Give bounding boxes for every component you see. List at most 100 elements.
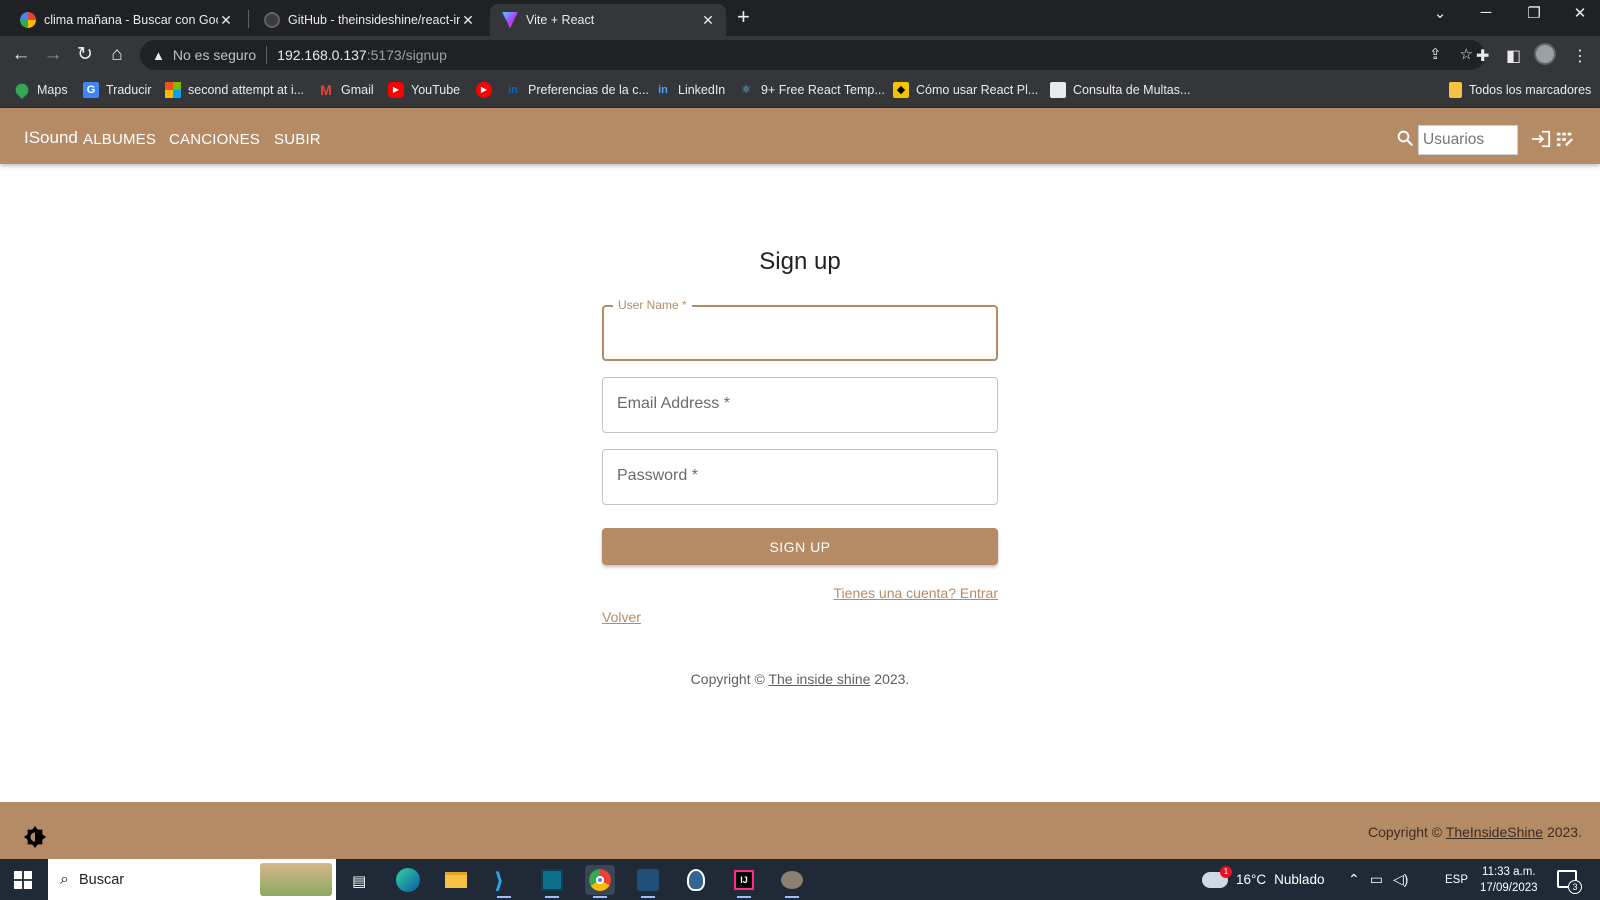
translate-icon: G [83,82,99,98]
windows-taskbar: ⌕ Buscar ▤ ⟩ IJ 1 16°C Nublado ⌃ ▭ ◁) ES… [0,859,1600,900]
bookmark-youtube-music[interactable]: ▶ [476,82,499,98]
notifications-icon[interactable]: 3 [1557,870,1582,894]
bookmark-preferencias[interactable]: in Preferencias de la c... [505,82,649,98]
theme-toggle-icon[interactable] [24,826,46,848]
google-icon [20,12,36,28]
bookmark-gmail[interactable]: M Gmail [318,82,374,98]
gimp-icon[interactable] [777,865,807,898]
close-icon[interactable]: ✕ [460,12,476,29]
bookmark-linkedin[interactable]: in LinkedIn [655,82,725,98]
restore-icon[interactable]: ❐ [1514,4,1554,22]
user-search-input[interactable] [1418,125,1518,155]
menu-icon[interactable]: ⋮ [1572,46,1588,66]
signin-link[interactable]: Tienes una cuenta? Entrar [834,585,998,601]
taskbar-search[interactable]: ⌕ Buscar [48,859,336,900]
new-tab-button[interactable]: + [737,6,750,28]
linkedin-icon: in [658,84,668,96]
weather-temp: 16°C [1236,872,1267,887]
bookmark-react-plugins[interactable]: ◆ Cómo usar React Pl... [893,82,1038,98]
window-close-icon[interactable]: ✕ [1560,4,1600,22]
youtube-music-icon: ▶ [476,82,492,98]
nav-subir[interactable]: SUBIR [274,131,321,148]
weather-text: Nublado [1274,872,1325,887]
windows-start-icon[interactable] [14,871,32,889]
bookmark-label: YouTube [411,83,461,97]
terminal-app-icon[interactable] [537,865,567,898]
tab-search-icon[interactable]: ⌄ [1420,4,1460,22]
notifications-count: 3 [1568,880,1582,894]
username-input[interactable] [604,307,996,359]
microsoft-icon [165,82,181,98]
react-icon: ⚛ [741,84,751,96]
bookmark-label: Preferencias de la c... [528,83,649,97]
warning-icon[interactable]: ▲ [152,48,165,63]
login-icon[interactable] [1530,129,1552,149]
username-field[interactable]: User Name * [602,298,998,361]
share-icon[interactable]: ⇪ [1429,45,1442,63]
copyright-link[interactable]: The inside shine [768,671,870,687]
browser-tab-strip: clima mañana - Buscar con Goog ✕ GitHub … [0,0,1600,36]
tab-separator [248,10,249,28]
clock[interactable]: 11:33 a.m. 17/09/2023 [1480,864,1538,896]
password-label: Password * [617,467,698,484]
volume-icon[interactable]: ◁) [1393,871,1408,888]
close-icon[interactable]: ✕ [700,12,716,29]
search-icon: ⌕ [60,870,69,888]
back-icon[interactable]: ← [8,42,34,68]
mysql-workbench-icon[interactable] [633,865,663,898]
task-view-icon[interactable]: ▤ [345,865,375,895]
security-label[interactable]: No es seguro [173,47,256,63]
tray-chevron-icon[interactable]: ⌃ [1348,871,1360,888]
language-indicator[interactable]: ESP [1445,859,1468,900]
back-link[interactable]: Volver [602,609,641,625]
extensions-icon[interactable]: ✚ [1476,46,1489,66]
file-explorer-icon[interactable] [441,865,471,895]
cloud-icon: 1 [1202,865,1232,888]
bookmark-maps[interactable]: Maps [12,80,68,100]
document-icon [1050,82,1066,98]
url-host[interactable]: 192.168.0.137 [277,47,367,63]
postgresql-icon[interactable] [681,865,711,895]
chrome-icon[interactable] [585,865,615,898]
brand-logo[interactable]: ISound [24,128,78,148]
all-bookmarks-folder[interactable]: Todos los marcadores [1449,82,1591,98]
system-tray: ⌃ ▭ ◁) [1348,859,1408,900]
search-icon[interactable] [1396,129,1414,147]
bookmark-label: Traducir [106,83,152,97]
weather-widget[interactable]: 1 16°C Nublado [1202,859,1324,900]
bookmark-traducir[interactable]: G Traducir [83,82,151,98]
browser-tab-github[interactable]: GitHub - theinsideshine/react-ins ✕ [252,4,486,36]
bookmark-label: Maps [37,83,68,97]
reload-icon[interactable]: ↻ [72,42,98,68]
bookmark-label: LinkedIn [678,83,726,97]
nav-canciones[interactable]: CANCIONES [169,131,260,148]
nav-albumes[interactable]: ALBUMES [83,131,156,148]
forward-icon[interactable]: → [40,42,66,68]
bookmark-react-templates[interactable]: ⚛ 9+ Free React Temp... [738,82,885,98]
close-icon[interactable]: ✕ [218,12,234,29]
browser-tab-vite[interactable]: Vite + React ✕ [490,4,726,36]
url-path[interactable]: :5173/signup [367,47,447,63]
bookmark-youtube[interactable]: ▶ YouTube [388,82,460,98]
email-field[interactable]: Email Address * [602,377,998,433]
profile-avatar[interactable] [1534,43,1556,65]
bookmark-consulta-multas[interactable]: Consulta de Multas... [1050,82,1190,98]
minimize-icon[interactable]: ─ [1466,4,1506,21]
network-icon[interactable]: ▭ [1370,871,1383,888]
home-icon[interactable]: ⌂ [104,42,130,68]
address-bar[interactable]: ▲ No es seguro 192.168.0.137:5173/signup… [140,40,1485,70]
browser-tab-google[interactable]: clima mañana - Buscar con Goog ✕ [8,4,244,36]
vscode-icon[interactable]: ⟩ [489,865,519,898]
footer-copyright-link[interactable]: TheInsideShine [1446,824,1543,840]
bookmark-second-attempt[interactable]: second attempt at i... [165,82,304,98]
register-icon[interactable] [1556,130,1574,148]
side-panel-icon[interactable]: ◧ [1506,46,1521,66]
bookmark-label: 9+ Free React Temp... [761,83,885,97]
youtube-icon: ▶ [388,82,404,98]
edge-icon[interactable] [393,865,423,895]
tab-title: clima mañana - Buscar con Goog [44,13,218,27]
signup-button[interactable]: SIGN UP [602,528,998,565]
password-field[interactable]: Password * [602,449,998,505]
intellij-icon[interactable]: IJ [729,865,759,898]
bookmark-star-icon[interactable]: ☆ [1460,45,1473,63]
